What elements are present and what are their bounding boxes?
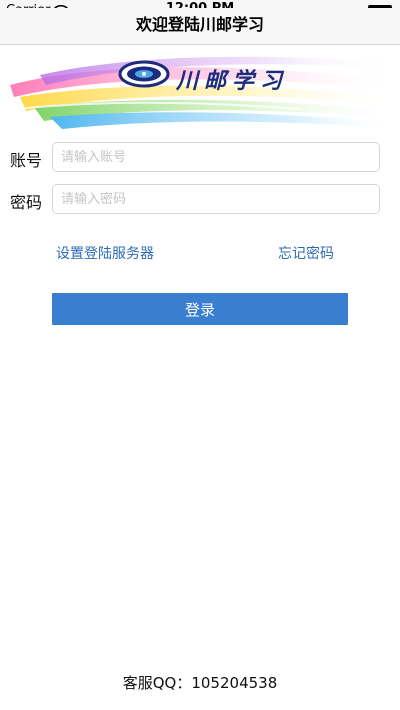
password-input[interactable] xyxy=(52,184,380,214)
password-label: 密码 xyxy=(10,193,43,212)
login-button[interactable]: 登录 xyxy=(52,293,348,325)
school-emblem-icon xyxy=(118,60,170,88)
server-settings-link[interactable]: 设置登陆服务器 xyxy=(56,243,154,263)
account-input[interactable] xyxy=(52,142,380,172)
login-screen: Carrier 12:00 PM 欢迎登陆川邮学习 xyxy=(0,0,400,710)
password-row: 密码 xyxy=(0,184,400,214)
account-label: 账号 xyxy=(10,151,43,170)
account-row: 账号 xyxy=(0,142,400,172)
support-qq-text: 客服QQ：105204538 xyxy=(122,674,278,692)
banner: 川邮学习 xyxy=(0,45,400,130)
navigation-bar: 欢迎登陆川邮学习 xyxy=(0,8,400,45)
forgot-password-link[interactable]: 忘记密码 xyxy=(278,243,334,263)
page-title: 欢迎登陆川邮学习 xyxy=(135,15,264,34)
banner-logo-text: 川邮学习 xyxy=(176,68,289,94)
